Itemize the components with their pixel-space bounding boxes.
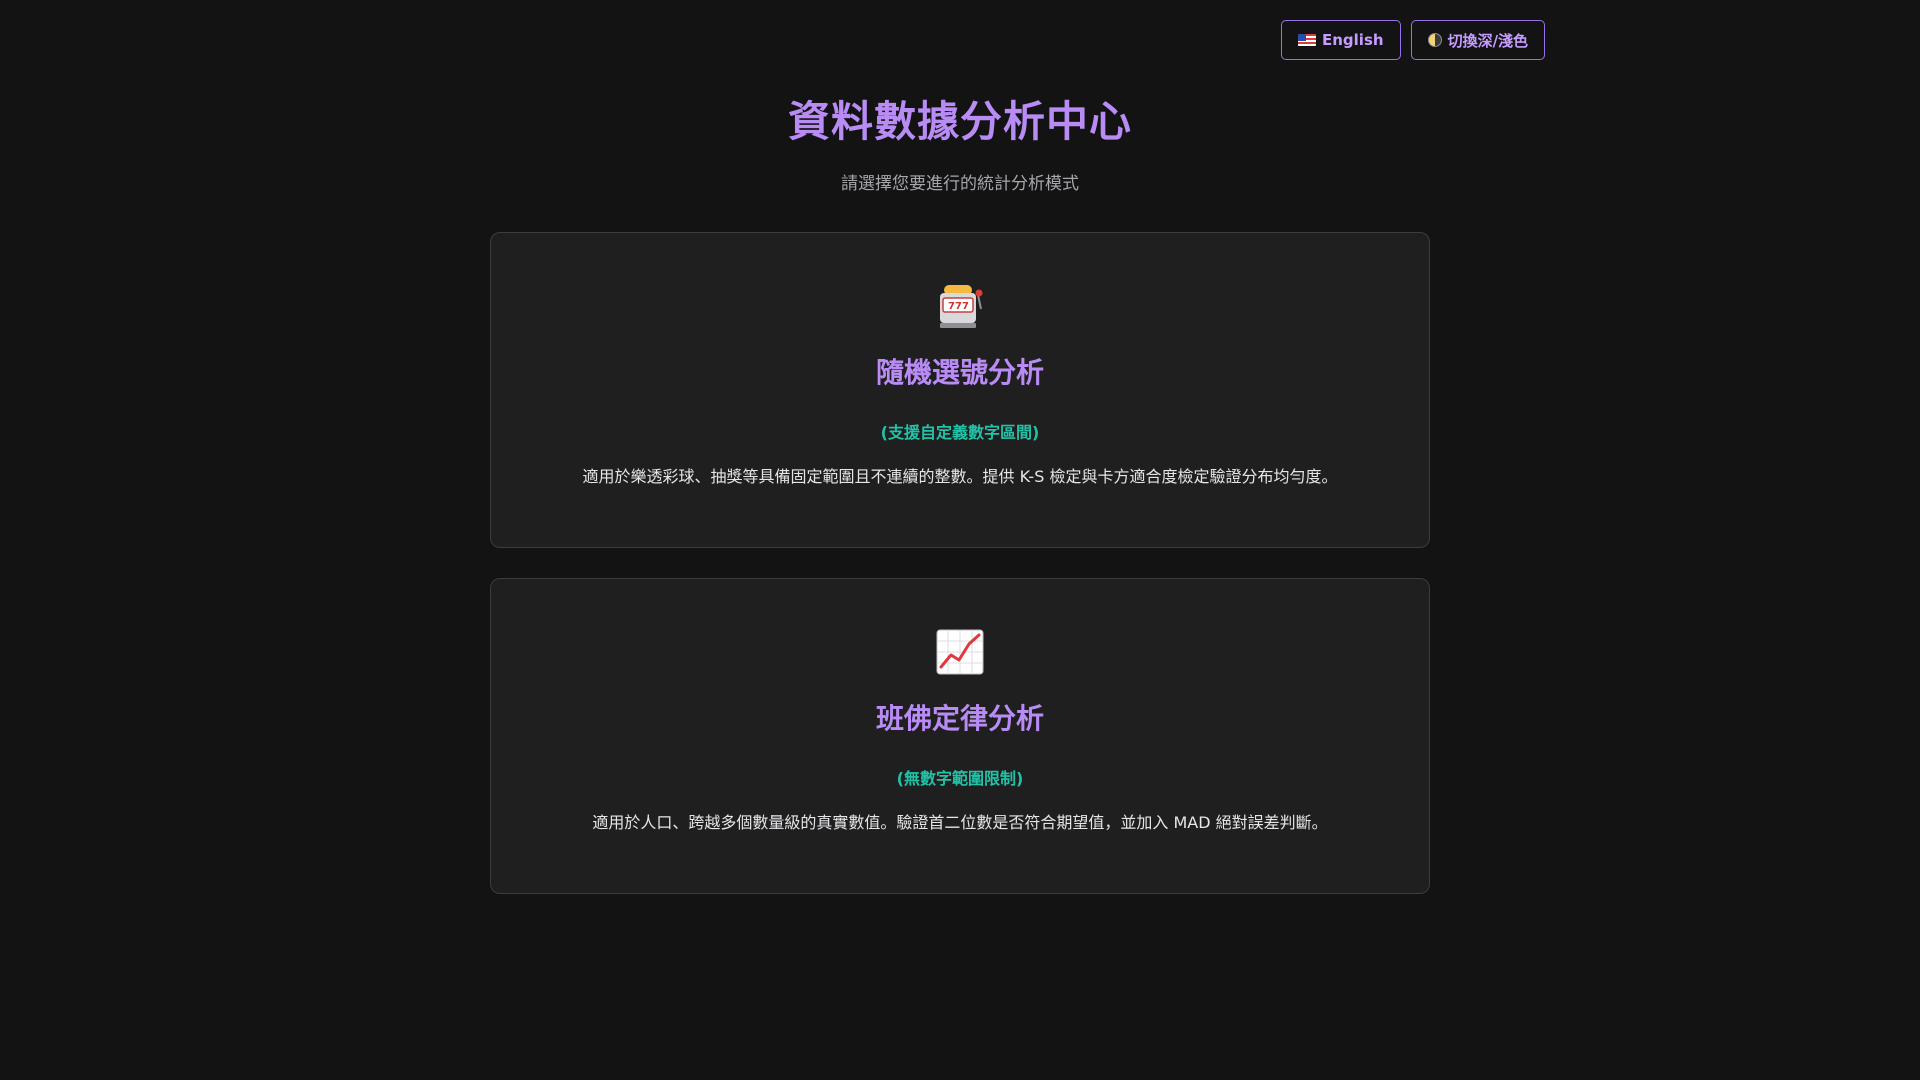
page-header: 資料數據分析中心 請選擇您要進行的統計分析模式 [0,88,1920,194]
theme-toggle-label: 切換深/淺色 [1447,31,1529,50]
card-tag: (無數字範圍限制) [896,769,1024,788]
benford-law-analysis-card[interactable]: 班佛定律分析 (無數字範圍限制) 適用於人口、跨越多個數量級的真實數值。驗證首二… [490,578,1430,894]
card-description: 適用於樂透彩球、抽獎等具備固定範圍且不連續的整數。提供 K-S 檢定與卡方適合度… [582,467,1338,486]
theme-toggle-button[interactable]: 切換深/淺色 [1410,20,1546,60]
language-button[interactable]: English [1281,20,1401,60]
svg-text:7: 7 [948,301,955,312]
svg-text:7: 7 [955,301,962,312]
top-toolbar: English 切換深/淺色 [1281,20,1546,60]
card-tag: (支援自定義數字區間) [880,423,1040,442]
us-flag-icon [1298,34,1316,46]
language-button-label: English [1322,31,1384,49]
page: English 切換深/淺色 資料數據分析中心 請選擇您要進行的統計分析模式 7… [0,0,1920,1080]
card-description: 適用於人口、跨越多個數量級的真實數值。驗證首二位數是否符合期望值，並加入 MAD… [592,813,1328,832]
page-subtitle: 請選擇您要進行的統計分析模式 [841,174,1079,194]
svg-text:7: 7 [962,301,969,312]
card-title: 隨機選號分析 [875,356,1044,389]
chart-increasing-icon [491,627,1429,677]
random-number-analysis-card[interactable]: 7 7 7 隨機選號分析 (支援自定義數字區間) 適用於樂透彩球、抽獎等具備固定… [490,232,1430,548]
slot-machine-icon: 7 7 7 [491,281,1429,331]
page-title: 資料數據分析中心 [787,97,1132,146]
card-title: 班佛定律分析 [875,702,1044,735]
half-moon-icon [1427,33,1442,47]
